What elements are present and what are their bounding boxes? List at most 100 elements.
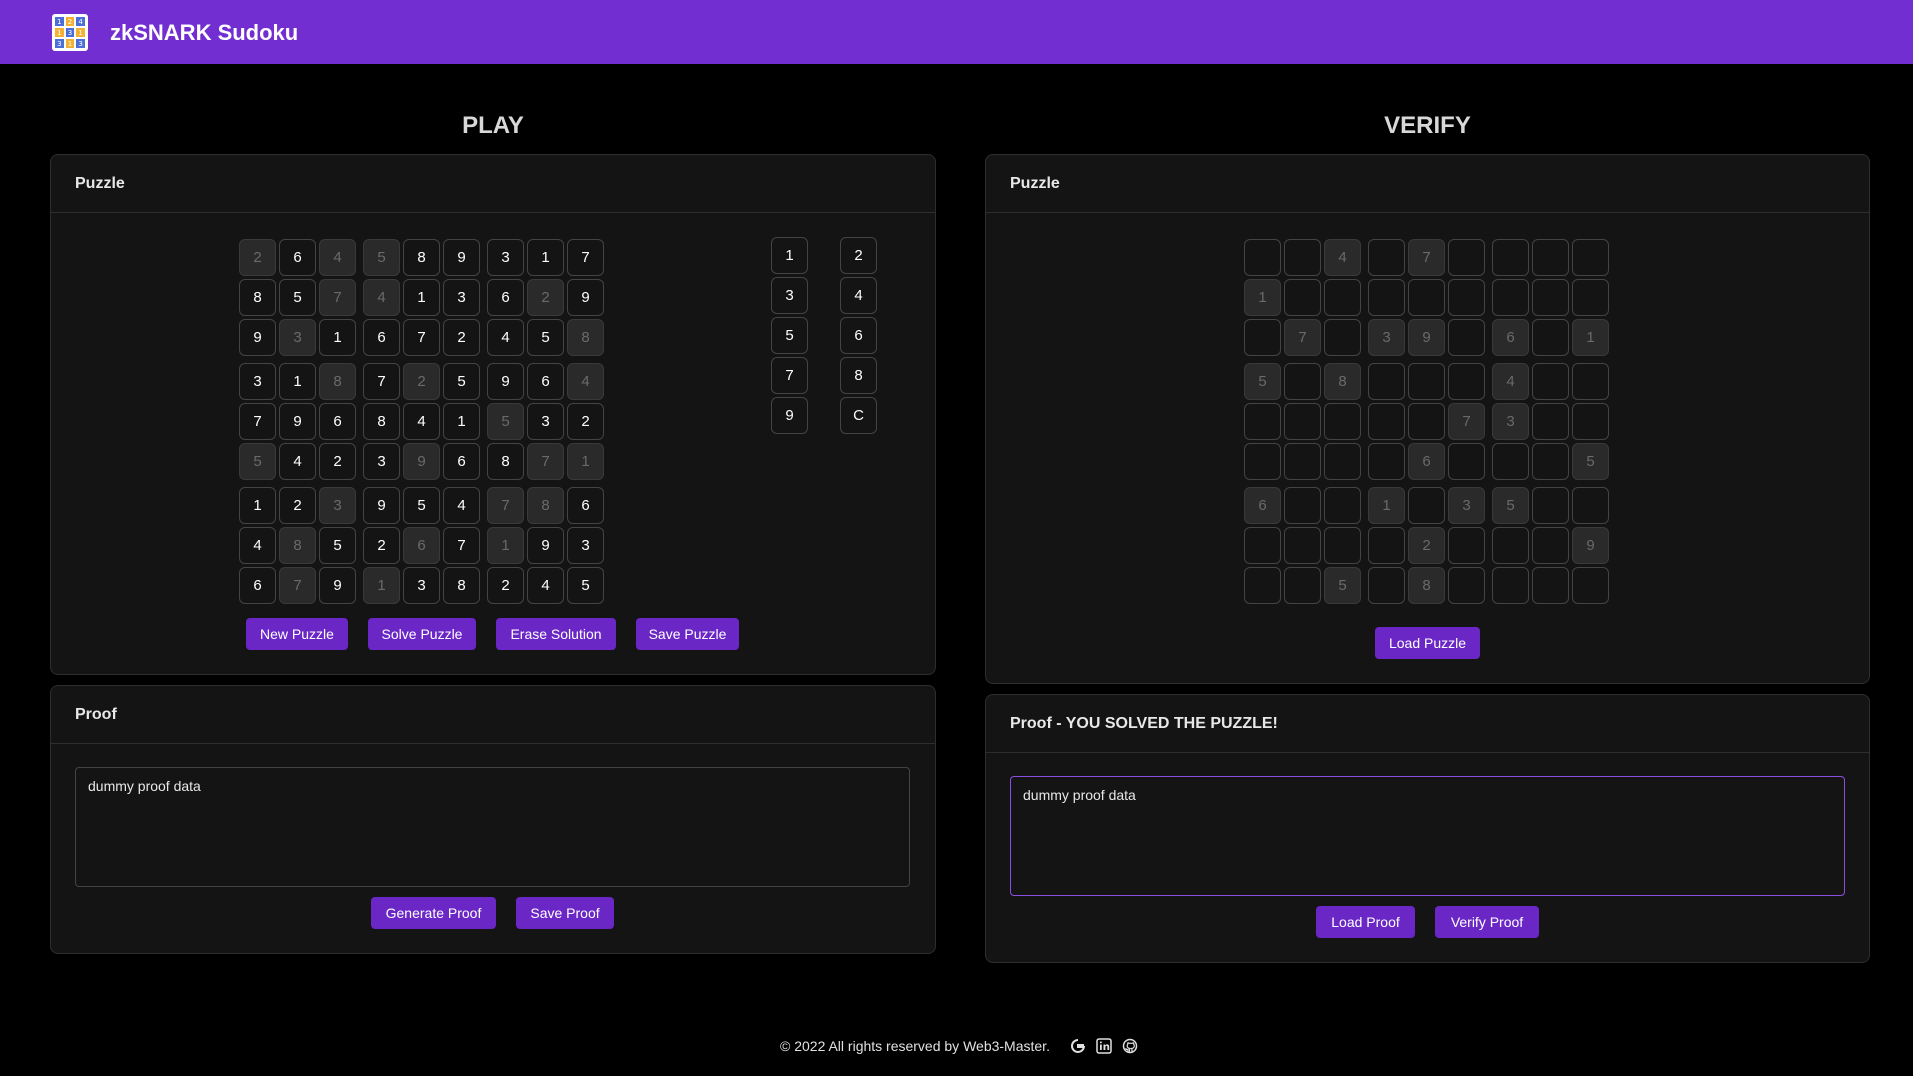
play-cell[interactable]: 7: [279, 567, 316, 604]
play-cell[interactable]: 9: [527, 527, 564, 564]
play-cell[interactable]: 9: [363, 487, 400, 524]
play-cell[interactable]: 2: [527, 279, 564, 316]
play-cell[interactable]: 1: [363, 567, 400, 604]
play-cell[interactable]: 5: [487, 403, 524, 440]
play-cell[interactable]: 2: [239, 239, 276, 276]
play-cell[interactable]: 7: [319, 279, 356, 316]
play-cell[interactable]: 5: [527, 319, 564, 356]
play-cell[interactable]: 2: [319, 443, 356, 480]
play-cell[interactable]: 9: [403, 443, 440, 480]
play-cell[interactable]: 5: [279, 279, 316, 316]
play-cell[interactable]: 6: [319, 403, 356, 440]
play-cell[interactable]: 8: [279, 527, 316, 564]
play-cell[interactable]: 9: [239, 319, 276, 356]
play-cell[interactable]: 5: [319, 527, 356, 564]
play-cell[interactable]: 3: [567, 527, 604, 564]
keypad-key[interactable]: 7: [771, 357, 808, 394]
load-puzzle-button[interactable]: Load Puzzle: [1375, 627, 1480, 659]
verify-proof-button[interactable]: Verify Proof: [1435, 906, 1539, 938]
play-cell[interactable]: 6: [279, 239, 316, 276]
play-cell[interactable]: 6: [363, 319, 400, 356]
keypad-key[interactable]: 2: [840, 237, 877, 274]
play-cell[interactable]: 8: [403, 239, 440, 276]
play-cell[interactable]: 3: [239, 363, 276, 400]
play-cell[interactable]: 2: [279, 487, 316, 524]
keypad-key[interactable]: 5: [771, 317, 808, 354]
play-cell[interactable]: 4: [403, 403, 440, 440]
play-cell[interactable]: 6: [443, 443, 480, 480]
play-cell[interactable]: 1: [443, 403, 480, 440]
play-cell[interactable]: 1: [403, 279, 440, 316]
verify-proof-textarea[interactable]: [1010, 776, 1845, 896]
play-cell[interactable]: 4: [443, 487, 480, 524]
play-cell[interactable]: 5: [239, 443, 276, 480]
keypad-key[interactable]: 3: [771, 277, 808, 314]
play-cell[interactable]: 8: [527, 487, 564, 524]
play-cell[interactable]: 2: [403, 363, 440, 400]
play-cell[interactable]: 8: [239, 279, 276, 316]
play-cell[interactable]: 9: [567, 279, 604, 316]
play-cell[interactable]: 1: [319, 319, 356, 356]
play-cell[interactable]: 5: [443, 363, 480, 400]
keypad-key[interactable]: C: [840, 397, 877, 434]
play-cell[interactable]: 5: [363, 239, 400, 276]
play-cell[interactable]: 6: [239, 567, 276, 604]
play-cell[interactable]: 8: [487, 443, 524, 480]
play-cell[interactable]: 3: [279, 319, 316, 356]
play-cell[interactable]: 1: [567, 443, 604, 480]
play-cell[interactable]: 1: [279, 363, 316, 400]
play-cell[interactable]: 3: [319, 487, 356, 524]
play-cell[interactable]: 6: [527, 363, 564, 400]
play-cell[interactable]: 6: [567, 487, 604, 524]
play-cell[interactable]: 7: [567, 239, 604, 276]
play-cell[interactable]: 4: [319, 239, 356, 276]
play-cell[interactable]: 9: [487, 363, 524, 400]
play-cell[interactable]: 8: [363, 403, 400, 440]
keypad-key[interactable]: 6: [840, 317, 877, 354]
generate-proof-button[interactable]: Generate Proof: [371, 897, 496, 929]
play-cell[interactable]: 2: [443, 319, 480, 356]
play-cell[interactable]: 5: [567, 567, 604, 604]
load-proof-button[interactable]: Load Proof: [1316, 906, 1415, 938]
play-cell[interactable]: 9: [443, 239, 480, 276]
play-cell[interactable]: 1: [239, 487, 276, 524]
play-cell[interactable]: 4: [527, 567, 564, 604]
play-cell[interactable]: 2: [567, 403, 604, 440]
play-cell[interactable]: 3: [363, 443, 400, 480]
save-puzzle-button[interactable]: Save Puzzle: [636, 618, 739, 650]
play-cell[interactable]: 3: [443, 279, 480, 316]
linkedin-icon[interactable]: [1096, 1038, 1112, 1054]
play-cell[interactable]: 4: [567, 363, 604, 400]
new-puzzle-button[interactable]: New Puzzle: [246, 618, 348, 650]
play-cell[interactable]: 5: [403, 487, 440, 524]
play-cell[interactable]: 6: [403, 527, 440, 564]
save-proof-button[interactable]: Save Proof: [516, 897, 614, 929]
play-cell[interactable]: 9: [279, 403, 316, 440]
play-cell[interactable]: 4: [279, 443, 316, 480]
play-cell[interactable]: 7: [487, 487, 524, 524]
play-cell[interactable]: 1: [487, 527, 524, 564]
github-icon[interactable]: [1122, 1038, 1138, 1054]
play-cell[interactable]: 7: [363, 363, 400, 400]
play-cell[interactable]: 3: [487, 239, 524, 276]
erase-solution-button[interactable]: Erase Solution: [496, 618, 616, 650]
play-cell[interactable]: 9: [319, 567, 356, 604]
play-cell[interactable]: 8: [567, 319, 604, 356]
play-cell[interactable]: 4: [487, 319, 524, 356]
play-cell[interactable]: 3: [527, 403, 564, 440]
solve-puzzle-button[interactable]: Solve Puzzle: [368, 618, 476, 650]
keypad-key[interactable]: 4: [840, 277, 877, 314]
play-cell[interactable]: 3: [403, 567, 440, 604]
play-cell[interactable]: 1: [527, 239, 564, 276]
play-cell[interactable]: 4: [363, 279, 400, 316]
play-proof-textarea[interactable]: [75, 767, 910, 887]
play-cell[interactable]: 6: [487, 279, 524, 316]
play-cell[interactable]: 8: [443, 567, 480, 604]
keypad-key[interactable]: 8: [840, 357, 877, 394]
keypad-key[interactable]: 1: [771, 237, 808, 274]
keypad-key[interactable]: 9: [771, 397, 808, 434]
play-cell[interactable]: 2: [487, 567, 524, 604]
play-cell[interactable]: 7: [403, 319, 440, 356]
play-cell[interactable]: 8: [319, 363, 356, 400]
play-cell[interactable]: 7: [443, 527, 480, 564]
